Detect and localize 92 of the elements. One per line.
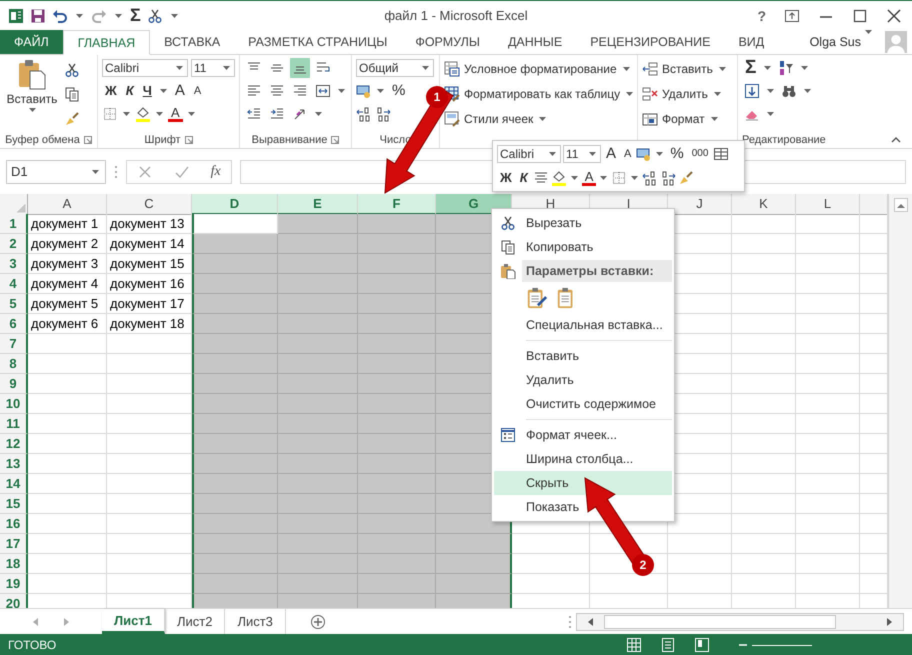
- paste-button[interactable]: Вставить: [4, 58, 60, 131]
- shrink-font-button[interactable]: A: [621, 146, 634, 162]
- row-header[interactable]: 1: [0, 214, 28, 234]
- percent-button[interactable]: %: [389, 83, 408, 99]
- ribbon-tab[interactable]: РАЗМЕТКА СТРАНИЦЫ: [234, 30, 402, 54]
- percent-button[interactable]: %: [667, 146, 687, 162]
- ribbon-tab[interactable]: ВИД: [724, 30, 778, 54]
- cells-button[interactable]: Удалить: [642, 83, 733, 105]
- ribbon-tab[interactable]: РЕЦЕНЗИРОВАНИЕ: [576, 30, 724, 54]
- cells-button[interactable]: Формат: [642, 108, 733, 130]
- row-header[interactable]: 18: [0, 554, 28, 574]
- menu-item[interactable]: Формат ячеек...: [494, 423, 672, 447]
- font-size-field[interactable]: 11: [563, 145, 601, 163]
- column-header[interactable]: L: [796, 194, 860, 215]
- bold-button[interactable]: Ж: [497, 170, 515, 186]
- menu-item[interactable]: Ширина столбца...: [494, 447, 672, 471]
- shrink-font-button[interactable]: A: [190, 83, 204, 99]
- bold-button[interactable]: Ж: [102, 83, 120, 99]
- name-box[interactable]: D1: [6, 160, 106, 184]
- styles-button[interactable]: Стили ячеек: [444, 108, 633, 130]
- row-header[interactable]: 11: [0, 414, 28, 434]
- column-header[interactable]: D: [192, 194, 278, 215]
- table-cell: документ 2: [28, 234, 107, 254]
- row-header[interactable]: 8: [0, 354, 28, 374]
- file-tab[interactable]: ФАЙЛ: [0, 30, 63, 54]
- thousands-button[interactable]: 000: [688, 146, 712, 162]
- italic-button[interactable]: К: [122, 83, 137, 99]
- autosum-button[interactable]: Σ: [742, 60, 760, 76]
- row-header[interactable]: 13: [0, 454, 28, 474]
- row-header[interactable]: 3: [0, 254, 28, 274]
- row-header[interactable]: 5: [0, 294, 28, 314]
- menu-item[interactable]: Очистить содержимое: [494, 392, 672, 416]
- step-badge: 2: [632, 554, 654, 576]
- grow-font-button[interactable]: A: [603, 146, 620, 162]
- ribbon-tab[interactable]: ФОРМУЛЫ: [401, 30, 494, 54]
- row-header[interactable]: 17: [0, 534, 28, 554]
- menu-item[interactable]: Специальная вставка...: [494, 313, 672, 337]
- user-name[interactable]: Olga Sus: [810, 35, 861, 49]
- row-header[interactable]: 19: [0, 574, 28, 594]
- font-color-button[interactable]: A: [168, 106, 183, 122]
- group-label: Шрифт: [144, 134, 181, 146]
- table-cell: документ 1: [28, 214, 107, 234]
- status-text: ГОТОВО: [8, 638, 56, 652]
- row-header[interactable]: 2: [0, 234, 28, 254]
- row-header[interactable]: 6: [0, 314, 28, 334]
- column-header[interactable]: C: [107, 194, 192, 215]
- group-label: Редактирование: [742, 134, 826, 146]
- row-header[interactable]: 7: [0, 334, 28, 354]
- group-label: Выравнивание: [252, 134, 328, 146]
- ribbon-tab[interactable]: ВСТАВКА: [150, 30, 234, 54]
- help-button[interactable]: ?: [757, 8, 766, 24]
- row-header[interactable]: 4: [0, 274, 28, 294]
- font-color-button[interactable]: A: [582, 170, 596, 186]
- cells-button[interactable]: Вставить: [642, 58, 733, 80]
- menu-item[interactable]: Удалить: [494, 368, 672, 392]
- row-header[interactable]: 10: [0, 394, 28, 414]
- menu-item[interactable]: Копировать: [494, 235, 672, 259]
- underline-button[interactable]: Ч: [140, 83, 155, 99]
- menu-section-header: Параметры вставки:: [522, 260, 672, 282]
- font-name-field[interactable]: Calibri: [497, 145, 561, 163]
- table-cell: документ 6: [28, 314, 107, 334]
- table-cell: документ 4: [28, 274, 107, 294]
- row-header[interactable]: 16: [0, 514, 28, 534]
- column-header[interactable]: K: [732, 194, 796, 215]
- grow-font-button[interactable]: A: [172, 83, 188, 99]
- column-header[interactable]: E: [278, 194, 358, 215]
- italic-button[interactable]: К: [516, 170, 531, 186]
- table-cell: документ 3: [28, 254, 107, 274]
- font-size-field[interactable]: 11: [191, 59, 235, 77]
- ribbon-tab[interactable]: ГЛАВНАЯ: [62, 30, 150, 55]
- row-header[interactable]: 12: [0, 434, 28, 454]
- ribbon-tab[interactable]: ДАННЫЕ: [494, 30, 576, 54]
- row-header[interactable]: 14: [0, 474, 28, 494]
- column-header[interactable]: J: [668, 194, 732, 215]
- autosum-button[interactable]: Σ: [130, 5, 141, 26]
- step-badge: 1: [426, 86, 448, 108]
- row-header[interactable]: 15: [0, 494, 28, 514]
- table-cell: документ 5: [28, 294, 107, 314]
- window-title: файл 1 - Microsoft Excel: [384, 8, 528, 23]
- menu-item[interactable]: Вставить: [494, 344, 672, 368]
- menu-item[interactable]: Показать: [494, 495, 672, 519]
- row-header[interactable]: 20: [0, 594, 28, 608]
- row-header[interactable]: 9: [0, 374, 28, 394]
- sheet-tab[interactable]: Лист1: [102, 609, 165, 634]
- insert-function-button[interactable]: fx: [210, 164, 221, 180]
- column-header[interactable]: F: [358, 194, 436, 215]
- group-label: Буфер обмена: [5, 134, 80, 146]
- menu-item[interactable]: Скрыть: [494, 471, 672, 495]
- column-header[interactable]: A: [28, 194, 107, 215]
- number-format-field[interactable]: Общий: [356, 59, 434, 77]
- styles-button[interactable]: Условное форматирование: [444, 58, 633, 80]
- font-name-field[interactable]: Calibri: [102, 59, 188, 77]
